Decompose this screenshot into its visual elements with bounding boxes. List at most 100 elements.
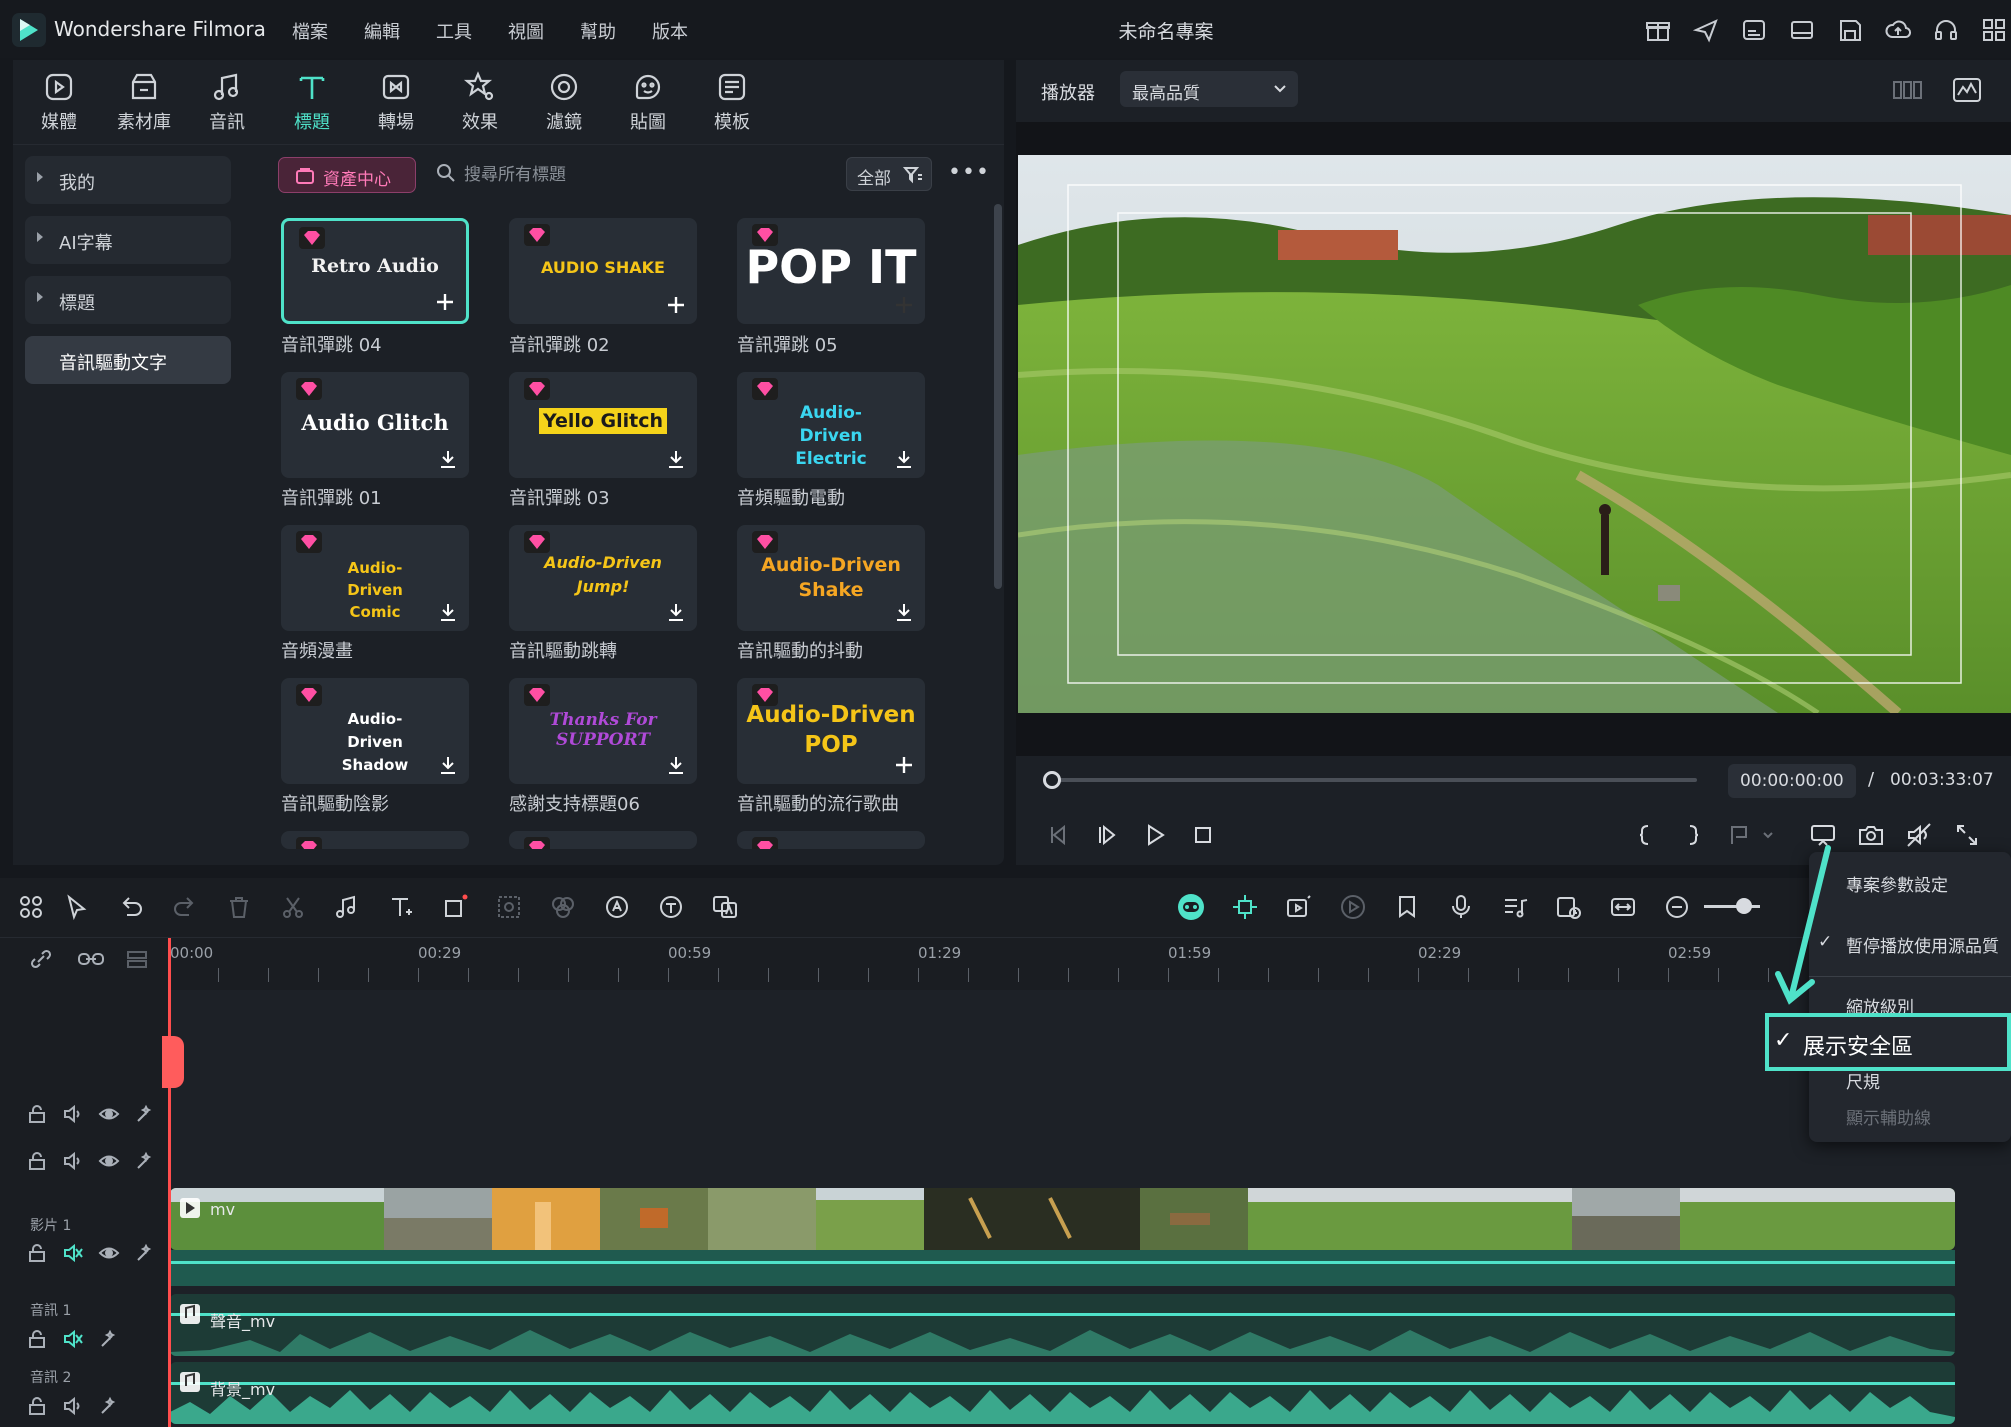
lock-icon[interactable] [26,1103,48,1125]
ai-effect-icon[interactable] [134,1242,156,1264]
volume-muted-icon[interactable] [62,1242,84,1264]
volume-line[interactable] [170,1261,1955,1264]
video-preview[interactable] [1018,155,2011,713]
volume-icon[interactable] [62,1103,84,1125]
track-manager-icon[interactable] [124,948,147,970]
previous-frame-icon[interactable] [1044,820,1074,850]
volume-icon[interactable] [62,1150,84,1172]
title-card[interactable]: Audio-Driven Comic [281,525,469,631]
eye-icon[interactable] [98,1150,120,1172]
library-scrollbar[interactable] [994,204,1002,589]
auto-reframe-icon[interactable] [1284,892,1314,922]
title-card[interactable]: Audio Glitch [281,372,469,478]
redo-icon[interactable] [170,892,200,922]
eye-icon[interactable] [98,1242,120,1264]
grid-view-icon[interactable] [1892,78,1922,102]
add-icon[interactable] [434,291,456,313]
mute-icon[interactable] [1904,820,1934,850]
playback-scrubber[interactable] [1047,778,1697,782]
apps-grid-icon[interactable] [1980,16,2008,44]
title-card[interactable] [509,831,697,849]
tab-audio[interactable]: 音訊 [189,70,265,134]
ai-effect-icon[interactable] [98,1328,120,1350]
ai-effect-icon[interactable] [134,1150,156,1172]
scopes-icon[interactable] [1952,76,1982,104]
audio-edit-icon[interactable] [332,892,362,922]
undo-icon[interactable] [116,892,146,922]
layout-grid-icon[interactable] [16,892,46,922]
microphone-icon[interactable] [1446,892,1476,922]
snapshot-icon[interactable] [1856,820,1886,850]
ai-audio-icon[interactable] [602,892,632,922]
playhead[interactable] [168,938,171,1427]
tab-transitions[interactable]: 轉場 [358,70,434,134]
headset-icon[interactable] [1932,16,1960,44]
cloud-upload-icon[interactable] [1884,16,1912,44]
save-icon[interactable] [1836,16,1864,44]
next-frame-icon[interactable] [1092,820,1122,850]
playhead-handle[interactable] [162,1036,184,1088]
tab-titles[interactable]: 標題 [274,70,350,134]
video-clip[interactable]: mv [170,1188,1955,1250]
category-titles[interactable]: 標題 [25,276,231,324]
title-card[interactable]: Yello Glitch [509,372,697,478]
filter-button[interactable]: 全部 [846,157,932,191]
title-card[interactable]: POP IT [737,218,925,324]
mark-in-icon[interactable] [1630,820,1660,850]
quality-select[interactable]: 最高品質 [1120,71,1298,107]
download-icon[interactable] [665,448,687,470]
title-card[interactable]: Audio-Driven POP [737,678,925,784]
tab-media[interactable]: 媒體 [21,70,97,134]
menu-item-project-settings[interactable]: 專案參數設定 [1846,871,1948,896]
marker-icon[interactable] [1392,892,1422,922]
download-icon[interactable] [665,754,687,776]
current-timecode[interactable]: 00:00:00:00 [1728,764,1856,798]
fit-timeline-icon[interactable] [1608,892,1638,922]
crop-icon[interactable] [440,892,470,922]
add-icon[interactable] [665,294,687,316]
download-icon[interactable] [665,601,687,623]
audio-clip[interactable]: 聲音_mv [170,1294,1955,1356]
unlink-icon[interactable] [30,948,52,970]
play-icon[interactable] [1140,820,1170,850]
title-card[interactable]: AUDIO SHAKE [509,218,697,324]
gift-icon[interactable] [1644,16,1672,44]
download-icon[interactable] [893,448,915,470]
menu-item-ruler[interactable]: 尺規 [1846,1068,1880,1093]
delete-icon[interactable] [224,892,254,922]
more-options-icon[interactable]: ••• [948,160,990,185]
download-icon[interactable] [437,754,459,776]
stop-icon[interactable] [1188,820,1218,850]
title-card[interactable]: Retro Audio [281,218,469,324]
eye-icon[interactable] [98,1103,120,1125]
audio-mixer-icon[interactable] [1500,892,1530,922]
title-card[interactable]: Audio-Driven Shadow [281,678,469,784]
search-input[interactable] [464,160,824,190]
volume-icon[interactable] [62,1395,84,1417]
snap-icon[interactable] [1230,892,1260,922]
tab-stickers[interactable]: 貼圖 [610,70,686,134]
download-icon[interactable] [437,601,459,623]
translate-icon[interactable] [710,892,740,922]
marker-dropdown-icon[interactable] [1726,820,1773,850]
split-icon[interactable] [278,892,308,922]
layout-icon[interactable] [1788,16,1816,44]
color-icon[interactable] [548,892,578,922]
add-icon[interactable] [893,754,915,776]
category-mine[interactable]: 我的 [25,156,231,204]
tab-templates[interactable]: 模板 [694,70,770,134]
lock-icon[interactable] [26,1150,48,1172]
speech-to-text-icon[interactable] [656,892,686,922]
tab-stock[interactable]: 素材庫 [106,70,182,134]
clip-speed-icon[interactable] [1554,892,1584,922]
render-preview-icon[interactable] [1338,892,1368,922]
ai-effect-icon[interactable] [134,1103,156,1125]
ai-effect-icon[interactable] [98,1395,120,1417]
ai-cutout-icon[interactable] [494,892,524,922]
category-audio-driven-text[interactable]: 音訊驅動文字 [25,336,231,384]
zoom-slider-handle[interactable] [1736,898,1752,914]
volume-muted-icon[interactable] [62,1328,84,1350]
title-card[interactable]: Audio-Driven Jump! [509,525,697,631]
scrubber-handle[interactable] [1043,771,1061,789]
tab-filters[interactable]: 濾鏡 [526,70,602,134]
